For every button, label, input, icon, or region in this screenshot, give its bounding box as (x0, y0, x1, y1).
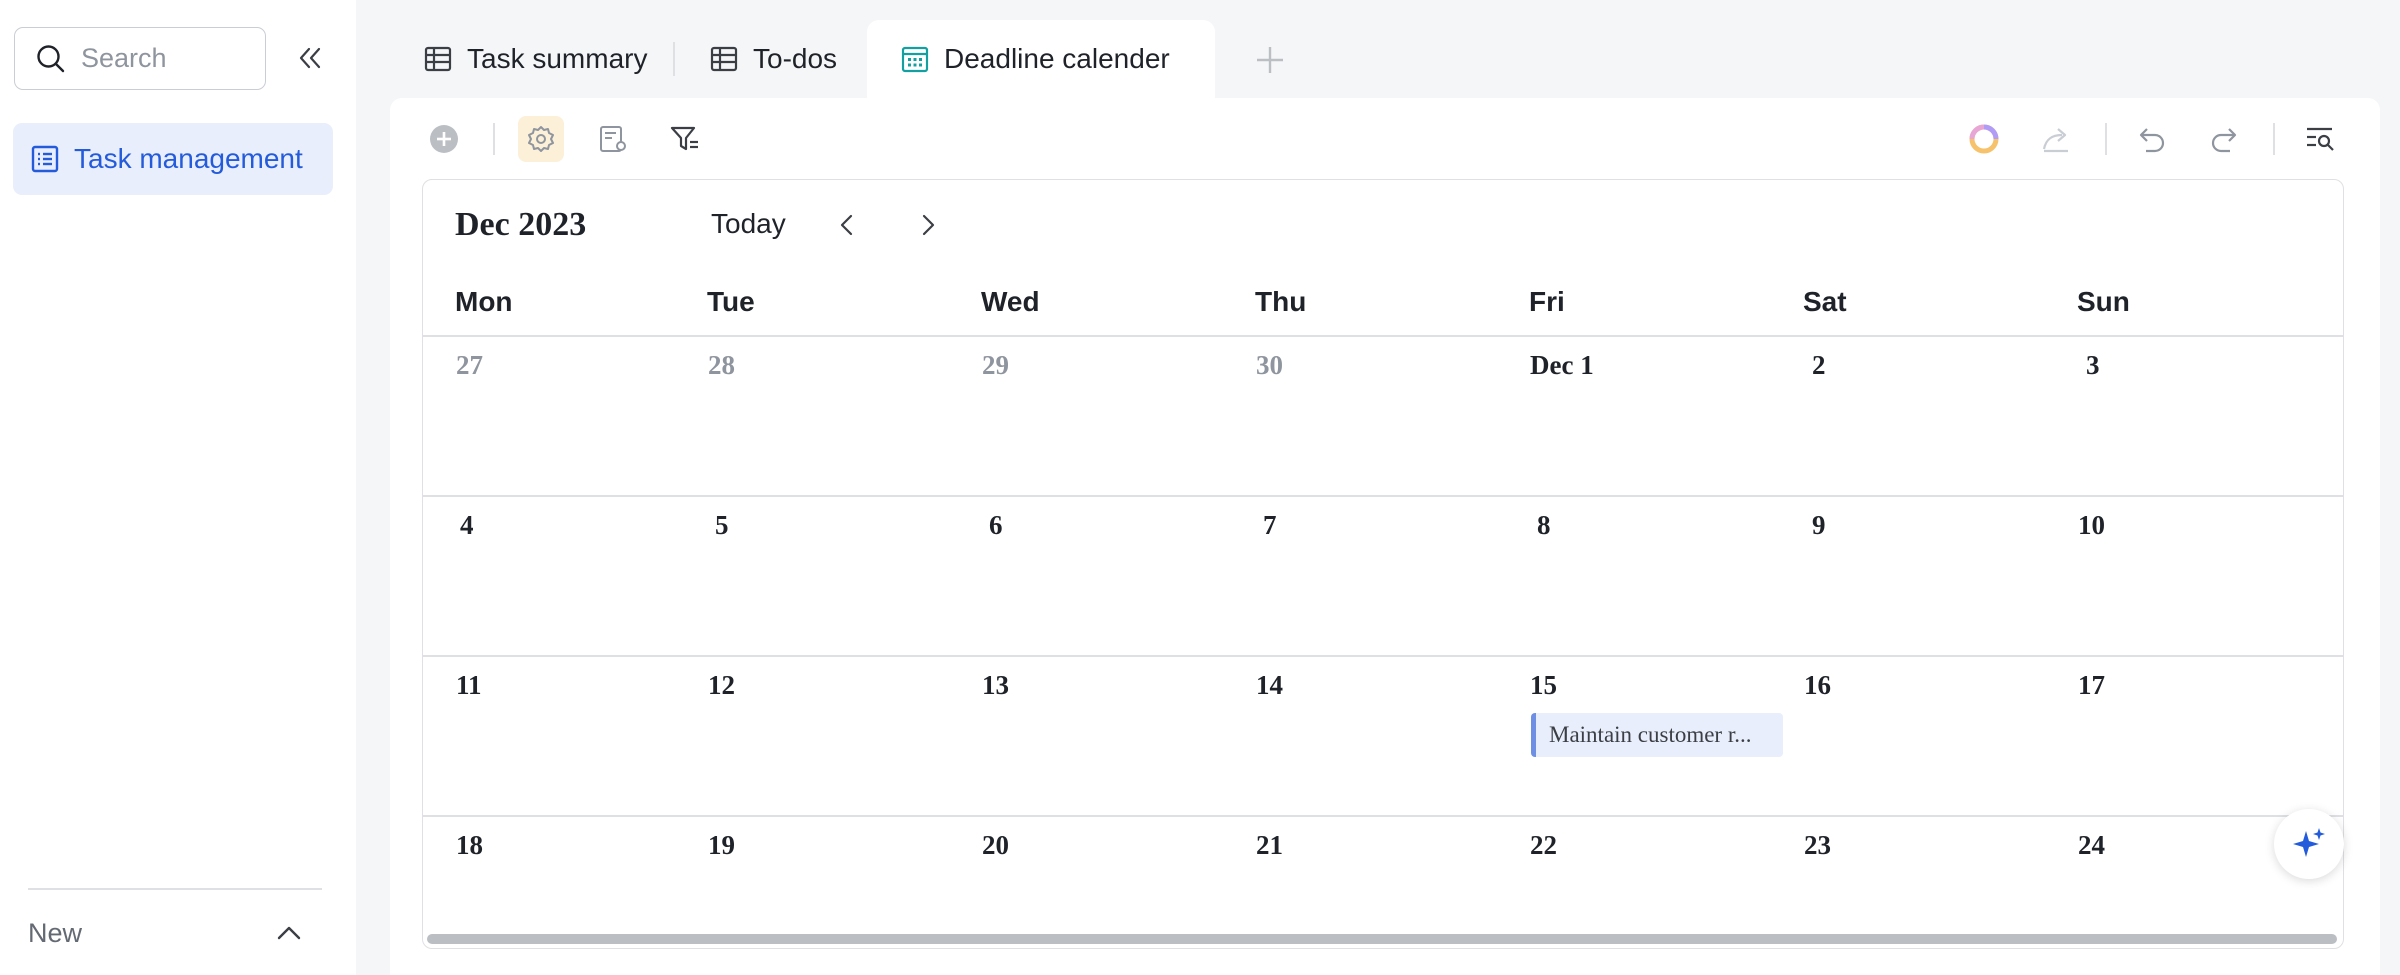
day-cell[interactable]: 29 (982, 350, 1009, 381)
plus-icon (1257, 47, 1283, 73)
sidebar-item-task-management[interactable]: Task management (13, 123, 333, 195)
today-button[interactable]: Today (711, 208, 786, 240)
day-cell[interactable]: 8 (1537, 510, 1551, 541)
day-cell[interactable]: 15 (1530, 670, 1557, 701)
undo-icon (2139, 128, 2165, 153)
new-section-label: New (28, 917, 83, 948)
day-cell[interactable]: 22 (1530, 830, 1557, 861)
day-cell[interactable]: 19 (708, 830, 735, 861)
tab-label: To-dos (753, 43, 838, 74)
search-box[interactable] (14, 27, 266, 90)
new-section-toggle[interactable]: New (28, 908, 304, 958)
tab-label: Task summary (467, 43, 648, 74)
search-icon (37, 44, 65, 72)
filter-button[interactable] (662, 116, 708, 162)
ai-assistant-icon (1969, 124, 1999, 154)
week-divider (423, 815, 2343, 817)
calendar: Dec 2023 Today Mon Tue Wed Thu Fri Sat S… (422, 179, 2344, 949)
double-chevron-left-icon (299, 47, 321, 69)
day-cell[interactable]: 12 (708, 670, 735, 701)
chevron-left-icon (840, 214, 853, 236)
day-cell[interactable]: 2 (1812, 350, 1826, 381)
day-cell[interactable]: 17 (2078, 670, 2105, 701)
sidebar-divider (28, 888, 322, 890)
day-cell[interactable]: 21 (1256, 830, 1283, 861)
chevron-up-icon (277, 926, 301, 940)
add-record-icon (430, 125, 458, 153)
redo-icon (2211, 128, 2237, 153)
tab-to-dos[interactable]: To-dos (709, 20, 837, 98)
day-cell[interactable]: 18 (456, 830, 483, 861)
day-cell[interactable]: 5 (715, 510, 729, 541)
week-divider (423, 495, 2343, 497)
day-cell[interactable]: 13 (982, 670, 1009, 701)
day-cell[interactable]: 24 (2078, 830, 2105, 861)
weekday-header: Sun (2077, 286, 2130, 317)
weekday-header: Thu (1255, 286, 1307, 317)
settings-icon (528, 126, 554, 152)
sidebar: Task management New (0, 0, 356, 975)
redo-button[interactable] (2201, 116, 2247, 162)
search-input[interactable] (81, 43, 251, 74)
settings-button[interactable] (518, 116, 564, 162)
day-cell[interactable]: 28 (708, 350, 735, 381)
tab-task-summary[interactable]: Task summary (423, 20, 647, 98)
tab-label: Deadline calender (944, 43, 1170, 74)
table-icon (31, 145, 59, 173)
search-records-button[interactable] (2297, 116, 2343, 162)
tab-separator (673, 42, 675, 76)
week-divider (423, 335, 2343, 337)
next-month-button[interactable] (911, 208, 945, 242)
undo-button[interactable] (2129, 116, 2175, 162)
calendar-icon (901, 46, 929, 73)
toolbar-separator (2105, 123, 2107, 155)
tab-deadline-calender[interactable]: Deadline calender (867, 20, 1215, 98)
toolbar-separator (2273, 123, 2275, 155)
weekday-header: Tue (707, 286, 755, 317)
day-cell[interactable]: 16 (1804, 670, 1831, 701)
day-cell[interactable]: 3 (2086, 350, 2100, 381)
form-settings-button[interactable] (590, 116, 636, 162)
weekday-header: Fri (1529, 286, 1565, 317)
day-cell[interactable]: 11 (456, 670, 482, 701)
sidebar-item-label: Task management (74, 143, 303, 174)
day-cell[interactable]: 23 (1804, 830, 1831, 861)
day-cell[interactable]: 6 (989, 510, 1003, 541)
day-cell[interactable]: 14 (1256, 670, 1283, 701)
collapse-sidebar-button[interactable] (292, 40, 328, 76)
share-button[interactable] (2033, 116, 2079, 162)
day-cell[interactable]: 30 (1256, 350, 1283, 381)
weekday-header: Wed (981, 286, 1040, 317)
horizontal-scrollbar[interactable] (427, 934, 2337, 944)
previous-month-button[interactable] (830, 208, 864, 242)
ai-assistant-fab[interactable] (2274, 809, 2344, 879)
day-cell[interactable]: Dec 1 (1530, 350, 1594, 381)
share-icon (2042, 128, 2068, 153)
toolbar-separator (493, 123, 495, 155)
add-record-button[interactable] (421, 116, 467, 162)
day-cell[interactable]: 4 (460, 510, 474, 541)
ai-assistant-button[interactable] (1961, 116, 2007, 162)
form-settings-icon (600, 126, 626, 152)
chevron-right-icon (922, 214, 935, 236)
calendar-event[interactable]: Maintain customer r... (1531, 713, 1783, 757)
day-cell[interactable]: 27 (456, 350, 483, 381)
month-title: Dec 2023 (455, 206, 587, 243)
grid-table-icon (424, 46, 452, 72)
sparkle-icon (2293, 828, 2325, 857)
search-records-icon (2307, 127, 2334, 151)
weekday-header: Mon (455, 286, 513, 317)
week-divider (423, 655, 2343, 657)
day-cell[interactable]: 9 (1812, 510, 1826, 541)
filter-icon (670, 126, 698, 151)
weekday-header: Sat (1803, 286, 1847, 317)
day-cell[interactable]: 20 (982, 830, 1009, 861)
day-cell[interactable]: 7 (1263, 510, 1277, 541)
grid-table-icon (710, 46, 738, 72)
day-cell[interactable]: 10 (2078, 510, 2105, 541)
add-tab-button[interactable] (1250, 40, 1290, 80)
